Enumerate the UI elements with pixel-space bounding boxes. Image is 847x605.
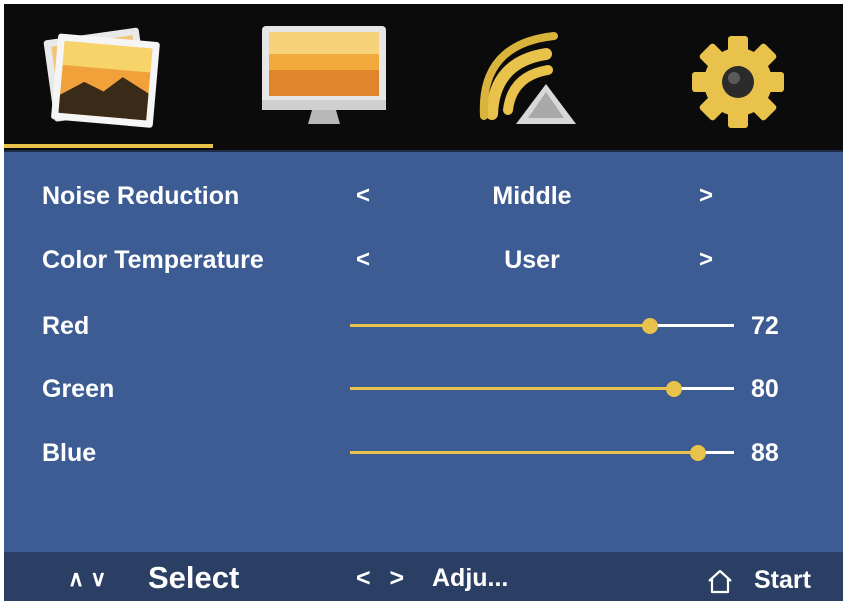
home-icon bbox=[706, 568, 734, 599]
selected-tab-indicator bbox=[4, 144, 213, 148]
osd-menu: Noise Reduction < Middle > Color Tempera… bbox=[4, 4, 843, 601]
noise-reduction-decrease-arrow[interactable]: < bbox=[356, 182, 370, 210]
tab-bar bbox=[4, 4, 843, 152]
blue-row[interactable]: Blue 88 bbox=[4, 433, 843, 473]
blue-slider-fill bbox=[350, 451, 699, 454]
blue-slider-handle[interactable] bbox=[690, 445, 707, 461]
up-down-arrows-icon: ∧ ∨ bbox=[68, 566, 107, 591]
tab-display[interactable] bbox=[214, 4, 420, 152]
adjust-hint-label: Adju... bbox=[432, 564, 509, 592]
red-label: Red bbox=[42, 312, 90, 340]
sound-icon bbox=[479, 32, 576, 124]
blue-slider[interactable] bbox=[350, 443, 734, 463]
left-right-arrows-icon: < > bbox=[356, 564, 411, 592]
monitor-icon bbox=[262, 26, 386, 124]
red-slider-handle[interactable] bbox=[642, 318, 659, 334]
tab-divider bbox=[4, 150, 843, 152]
green-slider[interactable] bbox=[350, 379, 734, 399]
color-temperature-value: User bbox=[504, 246, 560, 274]
green-value: 80 bbox=[751, 375, 779, 403]
noise-reduction-row[interactable]: Noise Reduction < Middle > bbox=[4, 176, 843, 216]
start-hint-label: Start bbox=[754, 566, 811, 594]
tab-settings[interactable] bbox=[634, 4, 840, 152]
picture-icon bbox=[43, 27, 160, 128]
color-temperature-increase-arrow[interactable]: > bbox=[699, 246, 713, 274]
gear-icon bbox=[692, 36, 784, 128]
color-temperature-row[interactable]: Color Temperature < User > bbox=[4, 240, 843, 280]
green-slider-handle[interactable] bbox=[666, 381, 683, 397]
green-label: Green bbox=[42, 375, 115, 403]
noise-reduction-increase-arrow[interactable]: > bbox=[699, 182, 713, 210]
color-temperature-decrease-arrow[interactable]: < bbox=[356, 246, 370, 274]
hint-bar: ∧ ∨ Select < > Adju... Start bbox=[4, 552, 843, 601]
noise-reduction-label: Noise Reduction bbox=[42, 182, 240, 210]
select-hint-label: Select bbox=[148, 560, 240, 595]
red-slider-fill bbox=[350, 324, 651, 327]
green-slider-fill bbox=[350, 387, 675, 390]
tab-sound[interactable] bbox=[424, 4, 630, 152]
red-slider[interactable] bbox=[350, 316, 734, 336]
red-value: 72 bbox=[751, 312, 779, 340]
blue-value: 88 bbox=[751, 439, 779, 467]
color-temperature-label: Color Temperature bbox=[42, 246, 264, 274]
tab-picture[interactable] bbox=[4, 4, 210, 152]
red-row[interactable]: Red 72 bbox=[4, 306, 843, 346]
noise-reduction-value: Middle bbox=[492, 182, 572, 210]
green-row[interactable]: Green 80 bbox=[4, 369, 843, 409]
blue-label: Blue bbox=[42, 439, 97, 467]
